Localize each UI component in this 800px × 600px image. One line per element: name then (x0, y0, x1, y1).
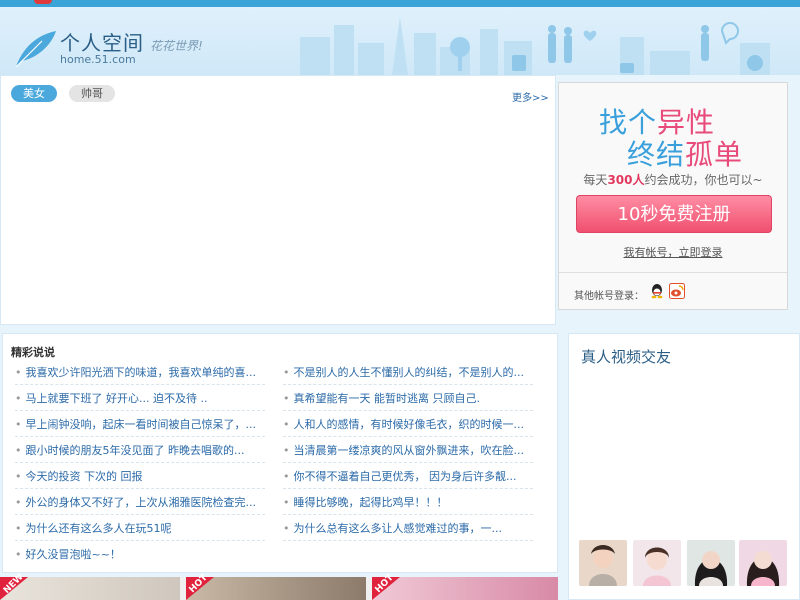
other-login-label: 其他帐号登录： (574, 291, 644, 302)
talk-title: 精彩说说 (11, 346, 55, 359)
slogan: 花花世界! (150, 39, 203, 53)
talk-item-text: 当清晨第一缕凉爽的风从窗外飘进来，吹在脸... (293, 444, 525, 457)
logo-text: 个人空间 (60, 31, 144, 55)
talk-item-text: 马上就要下班了 好开心... 迫不及待 .. (25, 392, 208, 405)
talk-item-text: 好久没冒泡啦~~！ (25, 548, 121, 561)
talk-item-text: 跟小时候的朋友5年没见面了 昨晚去唱歌的... (25, 444, 245, 457)
talk-item[interactable]: • 外公的身体又不好了，上次从湘雅医院检查完... (15, 491, 265, 515)
video-thumbnail[interactable] (687, 540, 735, 586)
talk-item-text: 不是别人的人生不懂别人的纠结，不是别人的... (293, 366, 525, 379)
video-title: 真人视频交友 (581, 348, 672, 366)
divider (559, 272, 787, 273)
qq-icon[interactable] (649, 283, 665, 299)
talk-item[interactable]: • 当清晨第一缕凉爽的风从窗外飘进来，吹在脸... (283, 439, 533, 463)
video-thumbnail[interactable] (633, 540, 681, 586)
talk-item-text: 为什么还有这么多人在玩51呢 (25, 522, 172, 535)
featured-card[interactable]: HOT (186, 573, 366, 600)
feather-icon (15, 31, 56, 68)
talk-item[interactable]: • 我喜欢少许阳光洒下的味道，我喜欢单纯的喜... (15, 361, 265, 385)
talk-item[interactable]: • 真希望能有一天 能暂时逃离 只顾自己. (283, 387, 533, 411)
talk-item-text: 睡得比够晚，起得比鸡早！！！ (293, 496, 448, 509)
talk-item[interactable]: • 早上闹钟没响，起床一看时间被自己惊呆了，... (15, 413, 265, 437)
tab-female[interactable]: 美女 (11, 85, 57, 102)
weibo-icon[interactable] (669, 283, 685, 299)
talk-panel: 精彩说说 • 我喜欢少许阳光洒下的味道，我喜欢单纯的喜... • 马上就要下班了 好… (2, 333, 558, 573)
desc-suffix: 约会成功，你也可以~ (644, 173, 763, 187)
talk-item[interactable]: • 睡得比够晚，起得比鸡早！！！ (283, 491, 533, 515)
desc-prefix: 每天 (583, 173, 608, 187)
featured-strip: NEW HOT HOT (0, 572, 558, 600)
headline-part-d: 孤单 (685, 138, 744, 171)
talk-item[interactable]: • 人和人的感情，有时候好像毛衣，织的时候一... (283, 413, 533, 437)
register-panel: 找个异性 终结孤单 每天300人约会成功，你也可以~ 10秒免费注册 我有帐号，… (558, 82, 788, 310)
talk-item[interactable]: • 跟小时候的朋友5年没见面了 昨晚去唱歌的... (15, 439, 265, 463)
register-description: 每天300人约会成功，你也可以~ (559, 171, 787, 188)
talk-item-text: 人和人的感情，有时候好像毛衣，织的时候一... (293, 418, 525, 431)
city-skyline-illustration (300, 17, 770, 75)
free-register-button[interactable]: 10秒免费注册 (576, 195, 772, 233)
headline-part-c: 终结 (627, 138, 686, 171)
video-thumbnail[interactable] (579, 540, 627, 586)
talk-item-text: 为什么总有这么多让人感觉难过的事，一... (293, 522, 503, 535)
talk-item[interactable]: • 不是别人的人生不懂别人的纠结，不是别人的... (283, 361, 533, 385)
featured-card[interactable]: HOT (372, 573, 558, 600)
top-bar-marker (34, 0, 52, 4)
talk-item-text: 外公的身体又不好了，上次从湘雅医院检查完... (25, 496, 257, 509)
talk-item-text: 我喜欢少许阳光洒下的味道，我喜欢单纯的喜... (25, 366, 257, 379)
headline-line2: 终结孤单 (627, 133, 743, 173)
logo-url: home.51.com (60, 53, 136, 66)
top-bar (0, 0, 800, 7)
gallery-panel: 美女 帅哥 更多>> (0, 75, 556, 325)
video-thumbnail[interactable] (739, 540, 787, 586)
talk-item[interactable]: • 你不得不逼着自己更优秀， 因为身后许多靓... (283, 465, 533, 489)
talk-item-text: 真希望能有一天 能暂时逃离 只顾自己. (293, 392, 481, 405)
talk-item-text: 你不得不逼着自己更优秀， 因为身后许多靓... (293, 470, 517, 483)
logo[interactable]: 个人空间 home.51.com (12, 25, 152, 71)
header: 个人空间 home.51.com 花花世界! (0, 7, 800, 75)
more-link[interactable]: 更多>> (512, 89, 549, 104)
tab-male[interactable]: 帅哥 (69, 85, 115, 102)
talk-item[interactable]: • 为什么还有这么多人在玩51呢 (15, 517, 265, 541)
talk-item[interactable]: • 今天的投资 下次的 回报 (15, 465, 265, 489)
talk-item[interactable]: • 好久没冒泡啦~~！ (15, 543, 265, 567)
login-link[interactable]: 我有帐号，立即登录 (559, 244, 787, 260)
desc-number: 300人 (607, 173, 645, 187)
talk-item-text: 今天的投资 下次的 回报 (25, 470, 143, 483)
video-panel: 真人视频交友 (568, 333, 800, 600)
talk-item-text: 早上闹钟没响，起床一看时间被自己惊呆了，... (25, 418, 257, 431)
talk-item[interactable]: • 马上就要下班了 好开心... 迫不及待 .. (15, 387, 265, 411)
talk-item[interactable]: • 为什么总有这么多让人感觉难过的事，一... (283, 517, 533, 541)
featured-card[interactable]: NEW (0, 572, 180, 600)
